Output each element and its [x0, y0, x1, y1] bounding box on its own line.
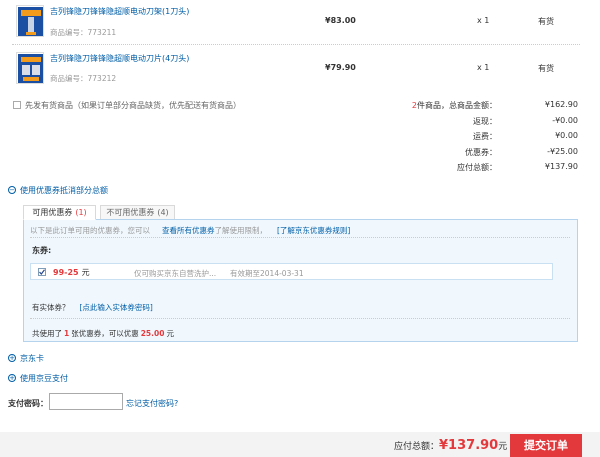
- coupon-used-count: 1: [64, 329, 70, 338]
- product-name-link[interactable]: 吉列锋隐刀锋锋隐超顺电动刀片(4刀头): [50, 53, 189, 64]
- coupon-info-prefix: 以下是此订单可用的优惠券，您可以: [30, 226, 150, 235]
- product-price: ¥79.90: [325, 63, 356, 72]
- coupon-discount-value: 25.00: [140, 329, 165, 338]
- coupon-description: 仅可购买京东自营洗护...: [134, 269, 217, 278]
- summary-shipping-label: 运费：: [473, 132, 497, 141]
- blade-package-icon: [18, 54, 43, 83]
- product-price: ¥83.00: [325, 16, 356, 25]
- coupon-used-divider: [30, 318, 570, 319]
- summary-shipping-value: ¥0.00: [555, 131, 578, 140]
- coupon-amount-value: 99-25: [53, 268, 79, 277]
- summary-coupon-value: -¥25.00: [547, 147, 578, 156]
- tab-available-count: (1): [75, 208, 87, 217]
- submit-order-button[interactable]: 提交订单: [510, 434, 582, 457]
- product-stock: 有货: [538, 17, 554, 26]
- forgot-pay-password-link[interactable]: 忘记支付密码?: [126, 398, 178, 409]
- tab-unavailable-label: 不可用优惠券: [106, 208, 155, 217]
- coupon-info-divider: [30, 237, 570, 238]
- coupon-section-toggle[interactable]: 使用优惠券抵消部分总额: [20, 185, 108, 196]
- tab-unavailable-coupons[interactable]: 不可用优惠券 (4): [100, 205, 175, 220]
- coupon-checkbox[interactable]: [38, 268, 46, 276]
- coupon-used-mid: 张优惠券，可以优惠: [71, 329, 139, 338]
- summary-payable-label: 应付总额：: [457, 163, 497, 172]
- collapse-minus-icon[interactable]: −: [8, 186, 16, 194]
- tab-available-label: 可用优惠券: [32, 208, 73, 217]
- product-image[interactable]: [16, 5, 44, 37]
- summary-goods-total: ¥162.90: [544, 100, 578, 109]
- jd-card-toggle[interactable]: 京东卡: [20, 353, 44, 364]
- product-divider: [12, 44, 580, 45]
- razor-package-icon: [18, 7, 43, 36]
- product-name-link[interactable]: 吉列锋隐刀锋锋隐超顺电动刀架(1刀头): [50, 6, 189, 17]
- physical-coupon-line: 有实体券？ [点此输入实体券密码]: [32, 302, 153, 313]
- expand-plus-icon[interactable]: +: [8, 354, 16, 362]
- expand-plus-icon[interactable]: +: [8, 374, 16, 382]
- coupon-rules-link[interactable]: [了解京东优惠券规则]: [277, 226, 350, 235]
- tab-available-coupons[interactable]: 可用优惠券 (1): [23, 205, 96, 220]
- coupon-info-mid: 了解使用限制，: [214, 226, 268, 235]
- coupon-expiry: 有效期至2014-03-31: [230, 269, 304, 278]
- checkout-total-label: 应付总额：: [394, 442, 440, 452]
- checkout-total-unit: 元: [498, 442, 508, 452]
- pay-password-input[interactable]: [49, 393, 123, 410]
- product-qty: x 1: [477, 16, 490, 25]
- enter-physical-coupon-link[interactable]: [点此输入实体券密码]: [80, 303, 153, 312]
- product-sku: 商品编号：773211: [50, 28, 117, 37]
- coupon-group-title: 东券:: [32, 246, 52, 255]
- product-qty: x 1: [477, 63, 490, 72]
- summary-coupon-label: 优惠券：: [465, 148, 497, 157]
- check-icon: [39, 269, 45, 275]
- ship-available-first-label: 先发有货商品（如果订单部分商品缺货，优先配送有货商品）: [25, 101, 241, 110]
- summary-cashback-label: 返现：: [473, 117, 497, 126]
- coupon-amount-unit: 元: [81, 268, 90, 277]
- product-sku: 商品编号：773212: [50, 74, 117, 83]
- product-stock: 有货: [538, 64, 554, 73]
- summary-count-label: 2件商品，总商品金额：: [412, 100, 497, 111]
- coupon-used-prefix: 共使用了: [32, 329, 62, 338]
- coupon-amount: 99-25 元: [53, 267, 90, 278]
- jd-bean-toggle[interactable]: 使用京豆支付: [20, 373, 68, 384]
- checkout-total-value: ¥137.90: [439, 438, 499, 453]
- product-image[interactable]: [16, 52, 44, 84]
- ship-available-first-checkbox[interactable]: [13, 101, 21, 109]
- summary-cashback-value: -¥0.00: [552, 116, 578, 125]
- view-all-coupons-link[interactable]: 查看所有优惠券: [162, 226, 215, 235]
- summary-payable-value: ¥137.90: [544, 162, 578, 171]
- tab-unavailable-count: (4): [157, 208, 169, 217]
- coupon-info-line: 以下是此订单可用的优惠券，您可以 查看所有优惠券了解使用限制， [了解京东优惠券规则…: [30, 225, 350, 236]
- physical-coupon-label: 有实体券？: [32, 303, 70, 312]
- coupon-discount-unit: 元: [166, 329, 174, 338]
- pay-password-label: 支付密码：: [8, 399, 48, 408]
- coupon-used-summary: 共使用了 1 张优惠券，可以优惠 25.00 元: [32, 328, 174, 339]
- summary-count-suffix: 件商品，总商品金额：: [417, 101, 497, 110]
- checkout-total: 应付总额：¥137.90元: [394, 438, 507, 453]
